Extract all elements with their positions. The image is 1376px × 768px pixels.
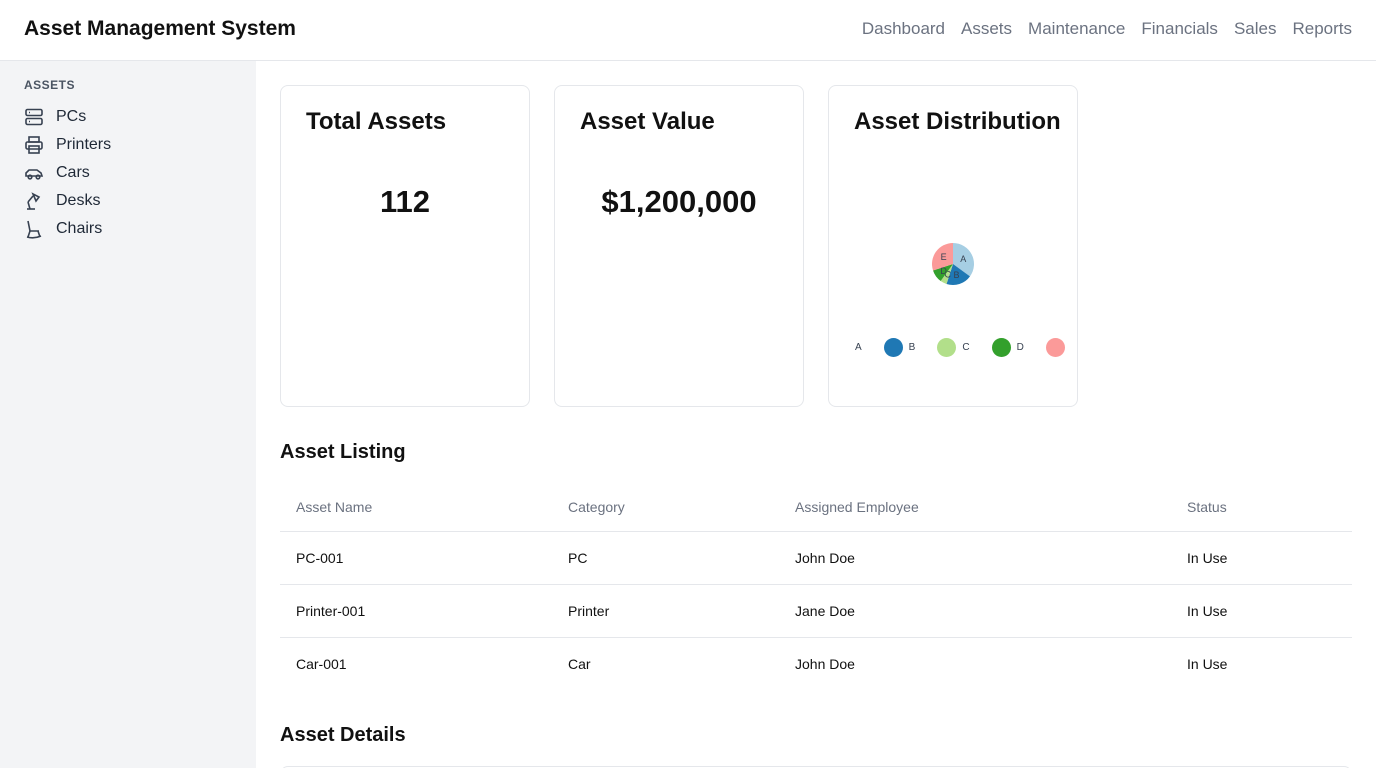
column-header: Category — [552, 484, 779, 532]
pie-label-a: A — [960, 254, 966, 264]
legend-label: C — [962, 342, 970, 353]
category-cell: PC — [552, 531, 779, 585]
pie-label-b: B — [954, 270, 960, 280]
sidebar: ASSETS PCs Printers Cars Desks Chairs — [0, 61, 256, 768]
sidebar-item-cars[interactable]: Cars — [24, 159, 111, 187]
sidebar-item-label: Printers — [56, 136, 112, 153]
card-title: Asset Distribution — [854, 108, 1061, 135]
nav-dashboard[interactable]: Dashboard — [862, 19, 945, 39]
column-header: Asset Name — [280, 484, 552, 532]
legend-label: A — [855, 342, 862, 353]
total-assets-card: Total Assets 112 — [280, 85, 530, 407]
employee-cell: John Doe — [795, 655, 855, 672]
sidebar-heading: ASSETS — [24, 78, 76, 92]
column-header: Assigned Employee — [779, 484, 1171, 532]
table-row[interactable]: Car-001 Car John Doe In Use — [280, 637, 1352, 690]
asset-listing-table: Asset Name Category Assigned Employee St… — [280, 484, 1352, 690]
asset-listing-title: Asset Listing — [280, 441, 406, 463]
sidebar-item-printers[interactable]: Printers — [24, 131, 111, 159]
nav-financials[interactable]: Financials — [1141, 19, 1218, 39]
sidebar-item-chairs[interactable]: Chairs — [24, 215, 111, 243]
employee-cell: Jane Doe — [779, 584, 1171, 638]
status-cell: In Use — [1187, 655, 1228, 672]
top-bar: Asset Management System Dashboard Assets… — [0, 0, 1376, 61]
asset-name-cell: Printer-001 — [280, 584, 552, 638]
employee-cell: John Doe — [779, 531, 1171, 585]
card-title: Asset Value — [580, 108, 715, 135]
asset-name-cell: PC-001 — [280, 531, 552, 585]
sidebar-item-label: PCs — [56, 108, 87, 125]
asset-name-cell: Car-001 — [296, 655, 347, 672]
server-icon — [24, 107, 44, 127]
nav-assets[interactable]: Assets — [961, 19, 1012, 39]
distribution-pie-chart: ABCDE — [932, 243, 974, 285]
main-content: Total Assets 112 Asset Value $1,200,000 … — [256, 61, 1376, 768]
status-cell: In Use — [1171, 531, 1352, 585]
car-icon — [24, 163, 44, 183]
legend-swatch[interactable] — [1045, 338, 1065, 357]
legend-swatch[interactable] — [883, 338, 903, 357]
nav-reports[interactable]: Reports — [1292, 19, 1352, 39]
sidebar-item-pcs[interactable]: PCs — [24, 103, 111, 131]
table-header-row: Asset Name Category Assigned Employee St… — [280, 484, 1352, 532]
nav-maintenance[interactable]: Maintenance — [1028, 19, 1125, 39]
total-assets-value: 112 — [379, 184, 430, 219]
table-row[interactable]: PC-001 PC John Doe In Use — [280, 531, 1352, 585]
chair-icon — [24, 219, 44, 239]
asset-distribution-card: Asset Distribution ABCDE ABCD — [828, 85, 1078, 407]
sidebar-list: PCs Printers Cars Desks Chairs — [24, 103, 111, 243]
chart-legend: A B C D — [849, 338, 1065, 357]
column-header: Status — [1171, 484, 1352, 532]
sidebar-item-label: Desks — [56, 192, 101, 209]
legend-label: B — [908, 342, 916, 353]
sidebar-item-label: Cars — [56, 164, 90, 181]
printer-icon — [24, 135, 44, 155]
asset-value-card: Asset Value $1,200,000 — [554, 85, 804, 407]
desk-lamp-icon — [24, 191, 44, 211]
category-cell: Printer — [552, 584, 779, 638]
asset-details-title: Asset Details — [280, 724, 406, 746]
legend-label: D — [1016, 342, 1024, 353]
sidebar-item-desks[interactable]: Desks — [24, 187, 111, 215]
pie-label-e: E — [941, 252, 947, 262]
card-title: Total Assets — [306, 108, 447, 135]
main-nav: Dashboard Assets Maintenance Financials … — [862, 19, 1352, 39]
status-cell: In Use — [1171, 584, 1352, 638]
app-title: Asset Management System — [24, 17, 296, 40]
category-cell: Car — [568, 655, 591, 672]
table-row[interactable]: Printer-001 Printer Jane Doe In Use — [280, 584, 1352, 638]
asset-value-amount: $1,200,000 — [601, 184, 757, 219]
nav-sales[interactable]: Sales — [1234, 19, 1277, 39]
sidebar-item-label: Chairs — [56, 220, 103, 237]
legend-swatch[interactable] — [937, 338, 957, 357]
legend-swatch[interactable] — [991, 338, 1011, 357]
